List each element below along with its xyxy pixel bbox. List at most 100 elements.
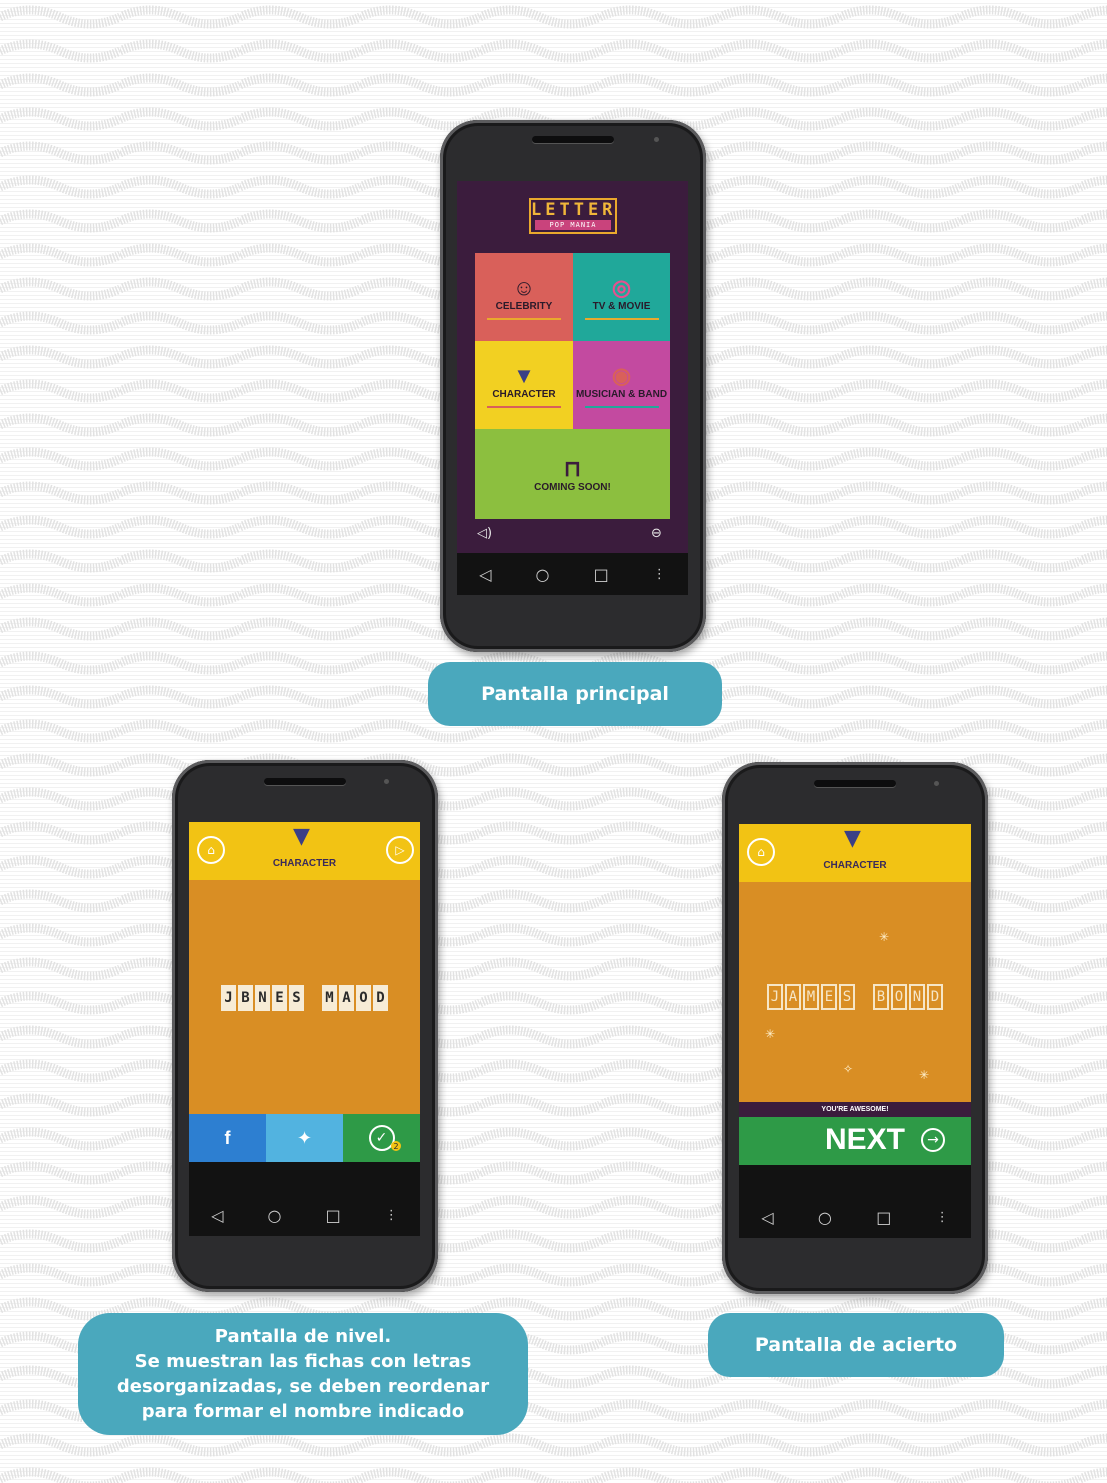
letter-tile: N bbox=[909, 984, 925, 1010]
share-bar: f ✦ ✓ 2 bbox=[189, 1114, 420, 1162]
bat-mask-icon: ▼ bbox=[844, 826, 861, 851]
sparkle-decoration: ✳ bbox=[919, 1068, 930, 1082]
tile-underline bbox=[487, 317, 561, 320]
next-button[interactable]: NEXT → bbox=[739, 1117, 971, 1165]
letter-tile: J bbox=[767, 984, 783, 1010]
sparkle-decoration: ✳ bbox=[765, 1027, 776, 1041]
menu-icon[interactable]: ⋮ bbox=[653, 567, 666, 582]
home-nav-icon[interactable]: ○ bbox=[268, 1206, 282, 1225]
letter-tile[interactable]: E bbox=[272, 985, 287, 1011]
check-button[interactable]: ✓ 2 bbox=[343, 1114, 420, 1162]
back-icon[interactable]: ◁ bbox=[761, 1208, 773, 1227]
phone-camera bbox=[934, 781, 939, 786]
category-title: CHARACTER bbox=[823, 860, 887, 871]
letter-tile: B bbox=[873, 984, 889, 1010]
success-play-area: ✳ ✳ ✧ ✳ J A M E S B O N D bbox=[739, 882, 971, 1102]
phone-main: LETTER POP MANIA ☺ CELEBRITY ◎ TV & MOVI… bbox=[440, 120, 706, 652]
phone-level: ⌂ ▼ CHARACTER ▷ J B N E S M A O D f ✦ ✓ bbox=[172, 760, 438, 1292]
letter-tile: O bbox=[891, 984, 907, 1010]
tile-musician-label: MUSICIAN & BAND bbox=[575, 388, 668, 400]
caption-level: Pantalla de nivel. Se muestran las ficha… bbox=[78, 1313, 528, 1435]
facebook-icon: f bbox=[224, 1127, 231, 1148]
letter-tile[interactable]: B bbox=[238, 985, 253, 1011]
barrier-icon: ⊓ bbox=[563, 455, 582, 481]
donut-icon: ◎ bbox=[611, 274, 632, 300]
letter-tile[interactable]: A bbox=[339, 985, 354, 1011]
tile-tv-movie[interactable]: ◎ TV & MOVIE bbox=[573, 253, 670, 341]
tile-coming-soon[interactable]: ⊓ COMING SOON! bbox=[475, 429, 670, 519]
caption-level-line1: Pantalla de nivel. bbox=[214, 1326, 392, 1347]
celebrity-face-icon: ☺ bbox=[512, 274, 536, 300]
next-label: NEXT bbox=[825, 1123, 906, 1156]
sparkle-decoration: ✧ bbox=[843, 1062, 854, 1076]
twitter-icon: ✦ bbox=[296, 1127, 313, 1149]
game-logo: LETTER POP MANIA bbox=[529, 198, 617, 234]
letter-tile[interactable]: J bbox=[221, 985, 236, 1011]
twitter-button[interactable]: ✦ bbox=[266, 1114, 343, 1162]
menu-icon[interactable]: ⋮ bbox=[936, 1210, 949, 1225]
caption-main-text: Pantalla principal bbox=[481, 683, 669, 705]
arrow-right-icon: → bbox=[921, 1128, 945, 1152]
letter-tile[interactable]: S bbox=[289, 985, 304, 1011]
tile-celebrity-label: CELEBRITY bbox=[495, 300, 553, 312]
skip-icon[interactable]: ▷ bbox=[386, 836, 414, 864]
success-message: YOU'RE AWESOME! bbox=[739, 1102, 971, 1117]
letter-tile: E bbox=[821, 984, 837, 1010]
tile-celebrity[interactable]: ☺ CELEBRITY bbox=[475, 253, 573, 341]
menu-icon[interactable]: ⋮ bbox=[385, 1208, 398, 1223]
tile-tv-movie-label: TV & MOVIE bbox=[592, 300, 651, 312]
check-badge: 2 bbox=[391, 1141, 401, 1151]
letter-tile[interactable]: N bbox=[255, 985, 270, 1011]
tile-underline bbox=[487, 405, 561, 408]
caption-level-line4: para formar el nombre indicado bbox=[141, 1401, 465, 1422]
success-header: ⌂ ▼ CHARACTER bbox=[739, 824, 971, 882]
level-header: ⌂ ▼ CHARACTER ▷ bbox=[189, 822, 420, 880]
android-nav-bar: ◁ ○ □ ⋮ bbox=[739, 1196, 971, 1238]
bat-mask-icon: ▼ bbox=[513, 362, 535, 388]
caption-success-text: Pantalla de acierto bbox=[754, 1334, 958, 1356]
level-play-area: J B N E S M A O D bbox=[189, 880, 420, 1114]
letter-tile: M bbox=[803, 984, 819, 1010]
android-nav-bar: ◁ ○ □ ⋮ bbox=[457, 553, 688, 595]
letter-tile[interactable]: O bbox=[356, 985, 371, 1011]
home-nav-icon[interactable]: ○ bbox=[536, 565, 550, 584]
letter-tile: D bbox=[927, 984, 943, 1010]
tile-character-label: CHARACTER bbox=[492, 388, 556, 400]
tile-character[interactable]: ▼ CHARACTER bbox=[475, 341, 573, 429]
gamepad-icon[interactable]: ⊖ bbox=[651, 526, 662, 541]
sparkle-decoration: ✳ bbox=[879, 930, 890, 944]
letter-tile[interactable]: D bbox=[373, 985, 388, 1011]
phone-speaker bbox=[814, 780, 896, 787]
category-title: CHARACTER bbox=[272, 858, 337, 869]
recents-icon[interactable]: □ bbox=[876, 1208, 891, 1227]
letter-tile: A bbox=[785, 984, 801, 1010]
success-screen: ⌂ ▼ CHARACTER ✳ ✳ ✧ ✳ J A M E S B O N D … bbox=[739, 824, 971, 1238]
word-gap bbox=[857, 984, 871, 1010]
back-icon[interactable]: ◁ bbox=[211, 1206, 223, 1225]
back-icon[interactable]: ◁ bbox=[479, 565, 491, 584]
logo-subtitle: POP MANIA bbox=[535, 220, 611, 230]
phone-speaker bbox=[264, 778, 346, 785]
home-nav-icon[interactable]: ○ bbox=[818, 1208, 832, 1227]
mouth-icon: ◉ bbox=[611, 362, 632, 388]
bat-mask-icon: ▼ bbox=[293, 824, 310, 849]
facebook-button[interactable]: f bbox=[189, 1114, 266, 1162]
letter-tile[interactable]: M bbox=[322, 985, 337, 1011]
level-screen: ⌂ ▼ CHARACTER ▷ J B N E S M A O D f ✦ ✓ bbox=[189, 822, 420, 1236]
phone-camera bbox=[384, 779, 389, 784]
caption-main: Pantalla principal bbox=[428, 662, 722, 726]
letter-tile: S bbox=[839, 984, 855, 1010]
android-nav-bar: ◁ ○ □ ⋮ bbox=[189, 1194, 420, 1236]
scrambled-tiles: J B N E S M A O D bbox=[189, 985, 420, 1011]
caption-success: Pantalla de acierto bbox=[708, 1313, 1004, 1377]
tile-musician-band[interactable]: ◉ MUSICIAN & BAND bbox=[573, 341, 670, 429]
recents-icon[interactable]: □ bbox=[326, 1206, 341, 1225]
caption-level-line2: Se muestran las fichas con letras bbox=[134, 1351, 472, 1372]
speaker-icon[interactable]: ◁) bbox=[477, 526, 492, 541]
main-screen: LETTER POP MANIA ☺ CELEBRITY ◎ TV & MOVI… bbox=[457, 181, 688, 595]
tile-coming-soon-label: COMING SOON! bbox=[534, 481, 611, 493]
recents-icon[interactable]: □ bbox=[594, 565, 609, 584]
phone-success: ⌂ ▼ CHARACTER ✳ ✳ ✧ ✳ J A M E S B O N D … bbox=[722, 762, 988, 1294]
word-gap bbox=[306, 985, 320, 1011]
solved-tiles: J A M E S B O N D bbox=[739, 984, 971, 1010]
